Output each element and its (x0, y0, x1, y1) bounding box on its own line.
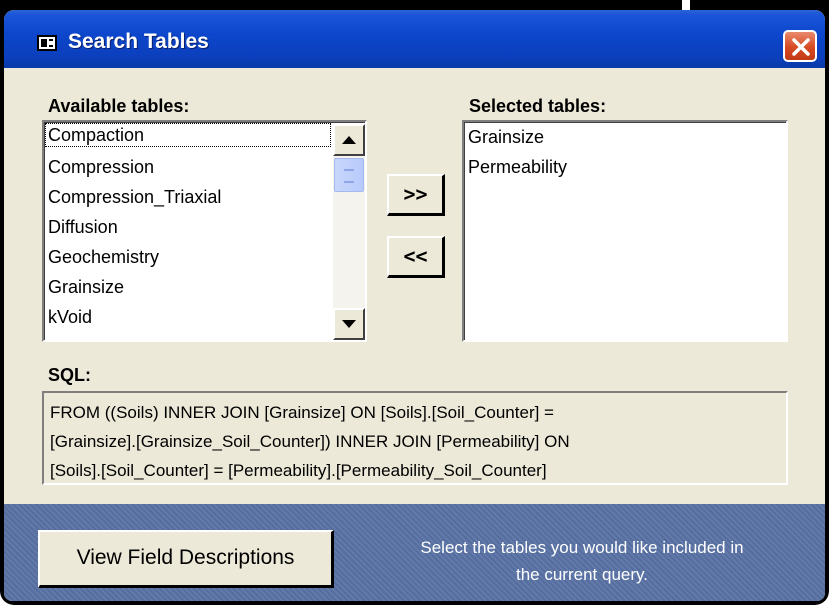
scroll-thumb[interactable] (334, 158, 364, 192)
sql-line: [Soils].[Soil_Counter] = [Permeability].… (50, 461, 547, 480)
available-table-item[interactable]: Diffusion (44, 212, 332, 242)
available-table-item[interactable]: kVoid (44, 302, 332, 332)
selected-tables-list[interactable]: Grainsize Permeability (462, 120, 788, 342)
scroll-up-button[interactable] (333, 124, 365, 156)
available-table-item[interactable]: Compression (44, 152, 332, 182)
arrow-down-icon (342, 320, 356, 328)
view-field-descriptions-button[interactable]: View Field Descriptions (38, 530, 334, 588)
remove-table-button[interactable]: << (387, 236, 445, 278)
search-tables-dialog: Search Tables Available tables: Compacti… (4, 10, 825, 601)
available-table-item[interactable]: Geochemistry (44, 242, 332, 272)
footer-bar: View Field Descriptions Select the table… (4, 504, 825, 601)
available-items-container: Compaction Compression Compression_Triaxia… (44, 122, 365, 332)
available-scrollbar[interactable] (333, 124, 365, 340)
selected-table-item[interactable]: Grainsize (464, 122, 786, 152)
arrow-up-icon (342, 136, 356, 144)
scroll-down-button[interactable] (333, 308, 365, 340)
sql-text-box[interactable]: FROM ((Soils) INNER JOIN [Grainsize] ON … (42, 391, 788, 485)
available-table-item[interactable]: Compaction (44, 122, 332, 148)
sql-line: [Grainsize].[Grainsize_Soil_Counter]) IN… (50, 432, 570, 451)
frame-edge-left (0, 0, 682, 10)
footer-hint: Select the tables you would like include… (372, 534, 792, 588)
title-bar[interactable]: Search Tables (4, 10, 825, 68)
close-icon (792, 38, 810, 56)
frame-edge-right (690, 0, 829, 10)
sql-line: FROM ((Soils) INNER JOIN [Grainsize] ON … (50, 403, 554, 422)
selected-table-item[interactable]: Permeability (464, 152, 786, 182)
sql-label: SQL: (48, 365, 91, 385)
hint-line: Select the tables you would like include… (420, 538, 744, 557)
selected-items-container: Grainsize Permeability (464, 122, 786, 182)
hint-line: the current query. (516, 565, 648, 584)
selected-tables-label: Selected tables: (469, 96, 607, 116)
frame-gap (682, 0, 690, 10)
available-table-item[interactable]: Compression_Triaxial (44, 182, 332, 212)
available-table-item[interactable]: Grainsize (44, 272, 332, 302)
available-tables-list[interactable]: Compaction Compression Compression_Triaxia… (42, 120, 367, 342)
add-table-button[interactable]: >> (387, 174, 445, 216)
form-icon (37, 35, 57, 51)
window-title: Search Tables (68, 30, 209, 53)
close-button[interactable] (783, 30, 817, 62)
available-tables-label: Available tables: (48, 96, 190, 116)
